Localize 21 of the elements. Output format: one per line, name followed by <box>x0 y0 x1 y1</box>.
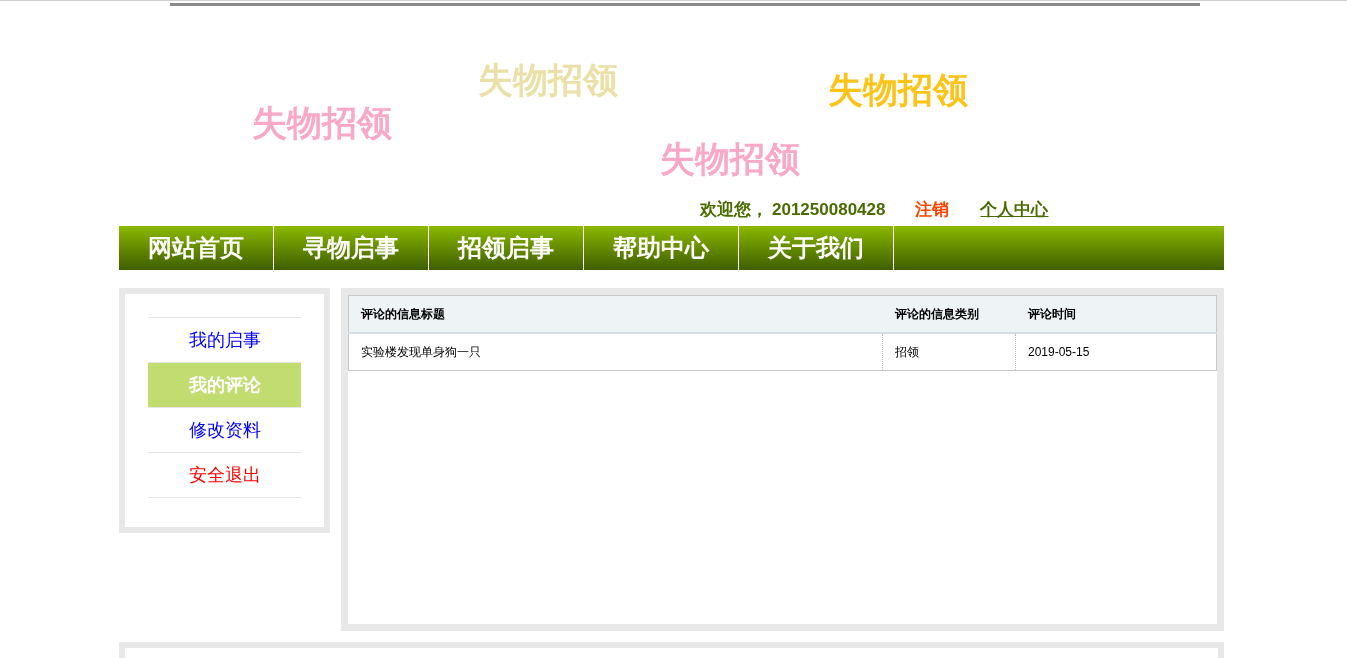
sidebar-item[interactable]: 安全退出 <box>148 453 301 498</box>
banner-slogan: 失物招领 <box>252 105 392 140</box>
banner-slogan: 失物招领 <box>660 141 800 176</box>
profile-link[interactable]: 个人中心 <box>980 197 1049 223</box>
table-cell: 招领 <box>882 332 1016 371</box>
banner-slogan: 失物招领 <box>828 72 968 107</box>
user-id-text: 201250080428 <box>772 199 886 221</box>
nav-link[interactable]: 网站首页 <box>119 226 274 270</box>
nav-link[interactable]: 帮助中心 <box>584 226 739 270</box>
column-header: 评论的信息标题 <box>348 295 883 333</box>
sidebar-item[interactable]: 修改资料 <box>148 408 301 453</box>
table-cell: 2019-05-15 <box>1015 332 1217 371</box>
table-cell: 实验楼发现单身狗一只 <box>348 332 883 371</box>
greeting-text: 欢迎您， <box>700 199 768 221</box>
nav-link[interactable]: 招领启事 <box>429 226 584 270</box>
column-header: 评论时间 <box>1015 295 1217 333</box>
nav-link[interactable]: 寻物启事 <box>274 226 429 270</box>
banner-slogan: 失物招领 <box>478 62 618 97</box>
logout-link[interactable]: 注销 <box>915 197 950 223</box>
nav-link[interactable]: 关于我们 <box>739 226 894 270</box>
column-header: 评论的信息类别 <box>882 295 1016 333</box>
